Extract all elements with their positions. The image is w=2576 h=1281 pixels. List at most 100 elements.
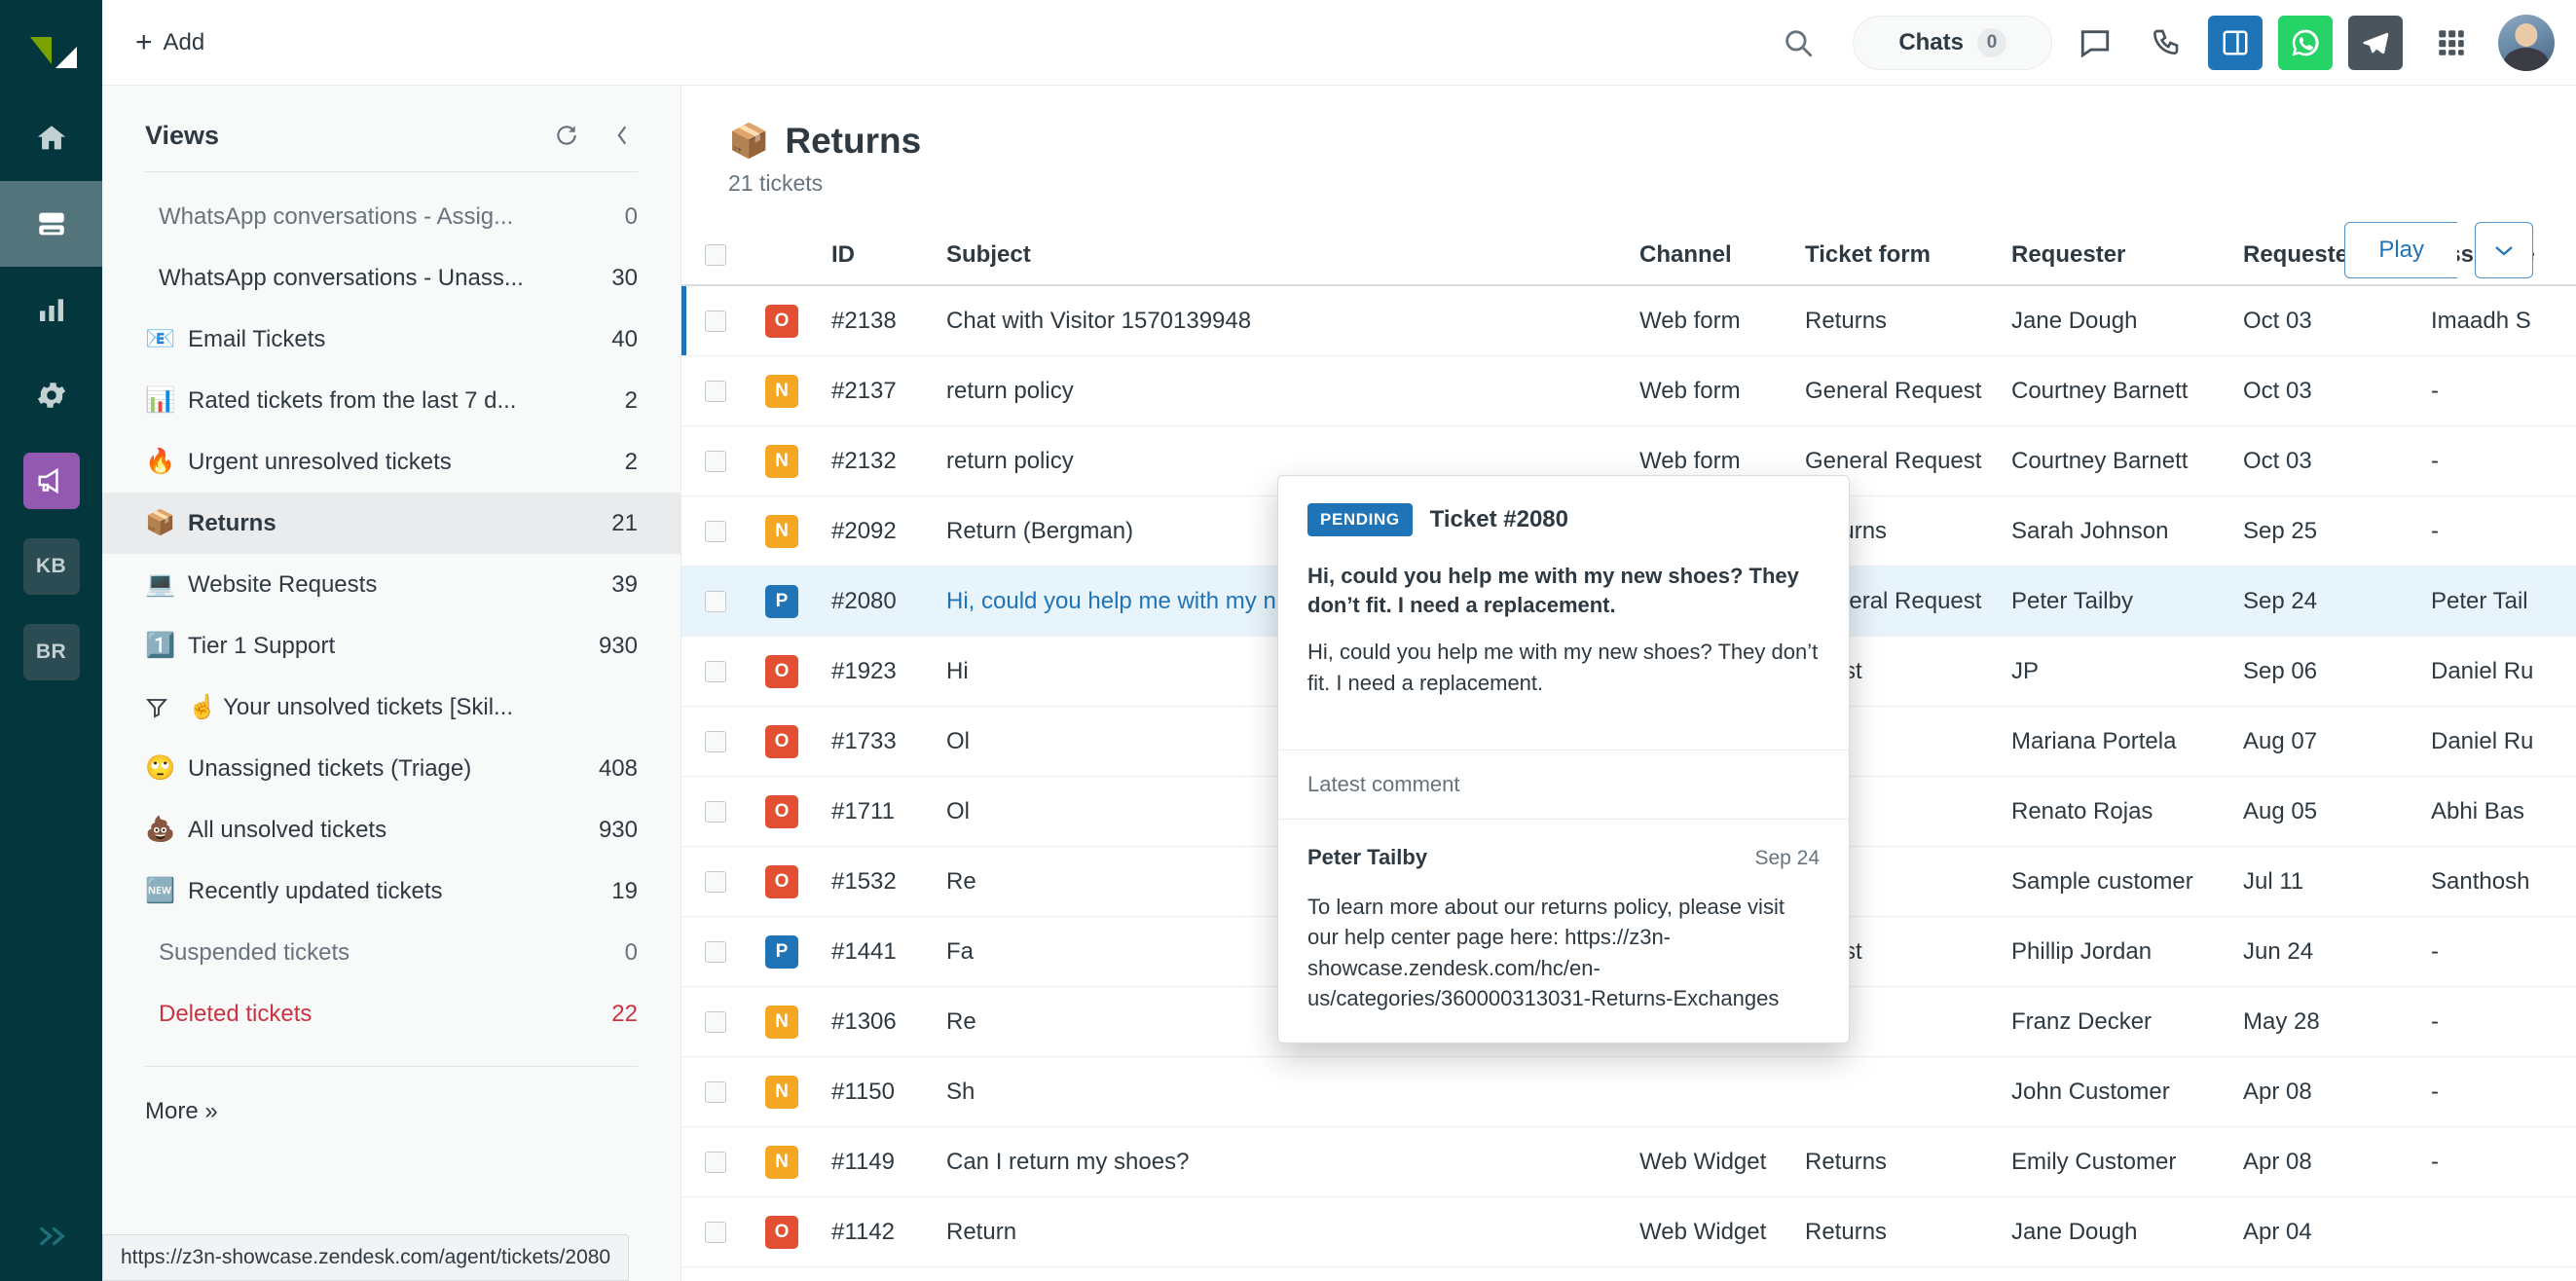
row-select-cell[interactable] [705,590,765,612]
row-select-cell[interactable] [705,450,765,472]
collapse-sidebar-button[interactable] [607,119,638,152]
row-checkbox[interactable] [705,380,726,402]
search-button[interactable] [1771,16,1825,70]
row-checkbox[interactable] [705,1080,726,1103]
view-count: 40 [611,325,638,352]
row-select-cell[interactable] [705,1221,765,1243]
select-all-cell[interactable] [705,244,765,266]
view-item-tier1-support[interactable]: 1️⃣ Tier 1 Support 930 [102,615,681,677]
status-badge: N [765,444,798,478]
rail-item-knowledge-base[interactable]: KB [0,524,102,609]
view-item-your-unsolved[interactable]: ☝ Your unsolved tickets [Skil... [102,677,681,738]
row-checkbox[interactable] [705,590,726,612]
row-select-cell[interactable] [705,660,765,682]
row-id: #1149 [831,1148,895,1175]
view-item-all-unsolved[interactable]: 💩 All unsolved tickets 930 [102,799,681,860]
whatsapp-button[interactable] [2278,15,2333,70]
row-select-cell[interactable] [705,520,765,542]
play-button[interactable]: Play [2344,222,2457,278]
user-avatar[interactable] [2498,14,2555,71]
view-item-recently-updated[interactable]: 🆕 Recently updated tickets 19 [102,860,681,922]
rail-item-home[interactable] [0,95,102,181]
row-requester: JP [2011,657,2040,684]
row-channel: Web Widget [1639,1148,1767,1175]
column-header-channel[interactable]: Channel [1639,241,1805,269]
table-row[interactable]: N #1149 Can I return my shoes? Web Widget Re… [681,1127,2576,1197]
dashboard-button[interactable] [2208,15,2263,70]
row-checkbox[interactable] [705,730,726,752]
row-select-cell[interactable] [705,310,765,332]
play-options-button[interactable] [2475,222,2533,278]
apps-button[interactable] [2424,15,2479,70]
column-header-subject[interactable]: Subject [946,241,1639,269]
view-item-unassigned-triage[interactable]: 🙄 Unassigned tickets (Triage) 408 [102,738,681,799]
row-requested: Oct 03 [2243,307,2312,334]
rail-item-views[interactable] [0,181,102,267]
row-checkbox[interactable] [705,870,726,893]
view-item-deleted-tickets[interactable]: Deleted tickets 22 [102,983,681,1044]
view-count: 930 [598,632,638,659]
row-checkbox[interactable] [705,940,726,963]
row-select-cell[interactable] [705,1080,765,1103]
more-views-link[interactable]: More » [102,1067,681,1156]
view-count: 2 [624,386,638,414]
row-checkbox[interactable] [705,1010,726,1033]
row-checkbox[interactable] [705,660,726,682]
row-select-cell[interactable] [705,1010,765,1033]
row-select-cell[interactable] [705,730,765,752]
row-status-cell: O [765,654,831,688]
refresh-button[interactable] [548,119,585,152]
view-item-whatsapp-unassigned[interactable]: WhatsApp conversations - Unass... 30 [102,247,681,309]
status-badge: O [765,654,798,688]
chat-button[interactable] [2068,15,2122,70]
rail-item-collapse[interactable] [0,1195,102,1281]
status-badge: O [765,724,798,758]
table-row[interactable]: O #2138 Chat with Visitor 1570139948 Web fo… [681,286,2576,356]
row-assignee: Peter Tail [2431,587,2528,614]
row-checkbox[interactable] [705,1151,726,1173]
add-button[interactable]: + Add [126,20,214,65]
view-item-email-tickets[interactable]: 📧 Email Tickets 40 [102,309,681,370]
chats-count: 0 [1977,27,2006,57]
view-item-whatsapp-assigned[interactable]: WhatsApp conversations - Assig... 0 [102,186,681,247]
row-checkbox[interactable] [705,450,726,472]
view-item-urgent-unresolved[interactable]: 🔥 Urgent unresolved tickets 2 [102,431,681,493]
view-item-suspended-tickets[interactable]: Suspended tickets 0 [102,922,681,983]
column-header-id[interactable]: ID [831,241,946,269]
row-checkbox[interactable] [705,520,726,542]
chats-pill[interactable]: Chats 0 [1853,15,2052,70]
view-item-rated-tickets[interactable]: 📊 Rated tickets from the last 7 d... 2 [102,370,681,431]
row-checkbox[interactable] [705,310,726,332]
row-select-cell[interactable] [705,380,765,402]
row-select-cell[interactable] [705,870,765,893]
view-item-website-requests[interactable]: 💻 Website Requests 39 [102,554,681,615]
row-select-cell[interactable] [705,1151,765,1173]
telegram-button[interactable] [2348,15,2403,70]
views-sidebar: Views WhatsApp conversations - Assig... … [102,86,681,1281]
row-select-cell[interactable] [705,800,765,823]
view-item-returns[interactable]: 📦 Returns 21 [102,493,681,554]
row-select-cell[interactable] [705,940,765,963]
row-assignee: - [2431,1148,2439,1175]
table-row[interactable]: O #1142 Return Web Widget Returns Jane Dough A… [681,1197,2576,1267]
comment-author: Peter Tailby [1307,845,1428,870]
column-header-requester[interactable]: Requester [2011,241,2243,269]
row-assignee: - [2431,377,2439,404]
view-label: Tier 1 Support [188,632,336,659]
phone-button[interactable] [2138,15,2192,70]
select-all-checkbox[interactable] [705,244,726,266]
row-assignee: Abhi Bas [2431,797,2525,824]
rail-item-admin[interactable] [0,352,102,438]
row-requested: Jul 11 [2243,867,2304,895]
table-row[interactable]: N #1150 Sh John Customer Apr 08 - [681,1057,2576,1127]
view-count: 21 [611,509,638,536]
row-requester: Courtney Barnett [2011,447,2189,474]
row-checkbox[interactable] [705,1221,726,1243]
row-checkbox[interactable] [705,800,726,823]
table-row[interactable]: N #2137 return policy Web form General Reque… [681,356,2576,426]
rail-item-brand[interactable]: BR [0,609,102,695]
rail-item-announcements[interactable] [0,438,102,524]
rail-item-reporting[interactable] [0,267,102,352]
row-subject: Can I return my shoes? [946,1148,1190,1175]
column-header-ticket-form[interactable]: Ticket form [1805,241,2011,269]
